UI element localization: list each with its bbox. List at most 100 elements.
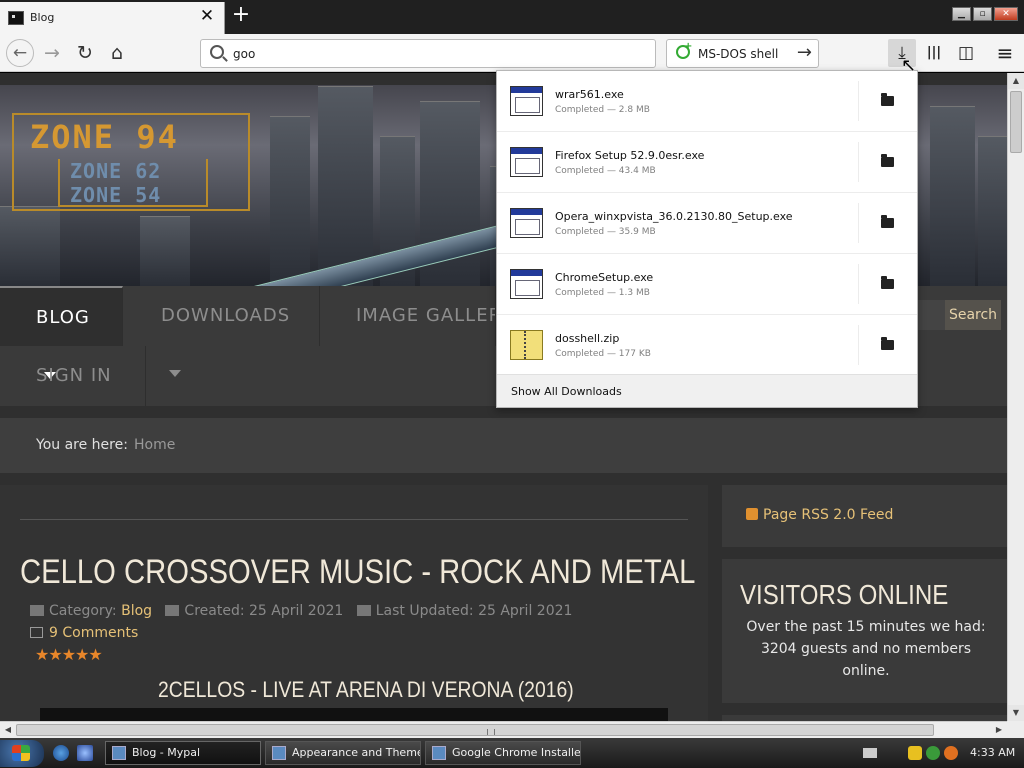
mouse-pointer-icon: ↖ xyxy=(901,55,917,76)
download-item[interactable]: ChromeSetup.exe Completed — 1.3 MB xyxy=(497,254,917,315)
tab-strip: Blog ✕ + ▁ ▫ ✕ xyxy=(0,0,1024,34)
scroll-up-icon[interactable]: ▲ xyxy=(1008,73,1024,89)
menu-button[interactable]: ≡ xyxy=(991,39,1019,67)
internet-explorer-icon[interactable] xyxy=(53,745,69,761)
download-item[interactable]: dosshell.zip Completed — 177 KB xyxy=(497,315,917,376)
zip-file-icon xyxy=(510,330,543,360)
category-label: Category: xyxy=(49,603,117,619)
new-tab-button[interactable]: + xyxy=(229,4,253,28)
logo-text: ZONE 94 xyxy=(30,118,179,156)
open-folder-icon[interactable] xyxy=(881,215,894,228)
download-status: Completed — 1.3 MB xyxy=(555,288,650,298)
open-folder-icon[interactable] xyxy=(881,154,894,167)
sidebar-button[interactable]: ◫ xyxy=(952,39,980,67)
exe-file-icon xyxy=(510,86,543,116)
home-button[interactable]: ⌂ xyxy=(103,39,131,67)
logo-text: ZONE 54 xyxy=(70,183,162,207)
breadcrumb: You are here: Home xyxy=(0,418,1007,473)
menu-item-downloads[interactable]: DOWNLOADS xyxy=(123,286,320,377)
caret-down-icon xyxy=(169,370,181,377)
download-item[interactable]: wrar561.exe Completed — 2.8 MB xyxy=(497,71,917,132)
site-search-button[interactable]: Search xyxy=(945,300,1001,330)
breadcrumb-home-link[interactable]: Home xyxy=(134,437,175,453)
video-embed[interactable] xyxy=(40,708,668,721)
vertical-scrollbar[interactable]: ▲ ▼ xyxy=(1007,73,1024,721)
menu-item-gallery[interactable]: IMAGE GALLERY xyxy=(320,286,496,346)
tab-blog[interactable]: Blog ✕ xyxy=(0,2,225,34)
article: CELLO CROSSOVER MUSIC - ROCK AND METAL C… xyxy=(0,485,708,721)
folder-icon xyxy=(30,605,44,616)
tab-close-icon[interactable]: ✕ xyxy=(198,6,216,26)
tab-title: Blog xyxy=(30,11,55,24)
back-button[interactable]: ← xyxy=(6,39,34,67)
download-item[interactable]: Firefox Setup 52.9.0esr.exe Completed — … xyxy=(497,132,917,193)
taskbar-label: Google Chrome Installer xyxy=(452,746,581,759)
url-input[interactable] xyxy=(233,45,633,63)
control-panel-icon xyxy=(272,746,286,760)
exe-file-icon xyxy=(510,208,543,238)
start-button[interactable] xyxy=(0,740,44,767)
scroll-down-icon[interactable]: ▼ xyxy=(1008,705,1024,721)
visitors-module: VISITORS ONLINE Over the past 15 minutes… xyxy=(722,559,1007,703)
navigation-toolbar: ← → ↻ ⌂ MS-DOS shell → ⤓ ||| ◫ ≡ xyxy=(0,34,1024,72)
rss-label: Page RSS 2.0 Feed xyxy=(763,507,894,523)
rss-link[interactable]: Page RSS 2.0 Feed xyxy=(746,507,893,523)
menu-label: DOWNLOADS xyxy=(161,305,291,326)
forward-button[interactable]: → xyxy=(38,39,66,67)
download-status: Completed — 35.9 MB xyxy=(555,227,656,237)
scroll-left-icon[interactable]: ◀ xyxy=(0,722,16,738)
exe-file-icon xyxy=(510,269,543,299)
category-link[interactable]: Blog xyxy=(121,603,152,619)
search-tray-icon[interactable] xyxy=(944,746,958,760)
exe-file-icon xyxy=(510,147,543,177)
menu-item-signin[interactable]: SIGN IN xyxy=(0,346,146,437)
show-desktop-icon[interactable] xyxy=(77,745,93,761)
download-name: ChromeSetup.exe xyxy=(555,271,654,284)
divider xyxy=(20,519,688,520)
shield-icon[interactable] xyxy=(908,746,922,760)
keyboard-icon[interactable] xyxy=(863,748,877,758)
site-logo[interactable]: ZONE 94 ZONE 62 ZONE 54 xyxy=(12,113,250,211)
visitors-text: Over the past 15 minutes we had: 3204 gu… xyxy=(746,619,986,679)
scroll-corner xyxy=(1007,721,1024,738)
horizontal-scrollbar[interactable]: ◀ ▶ xyxy=(0,721,1007,738)
taskbar: Blog - Mypal Appearance and Themes Googl… xyxy=(0,738,1024,768)
rss-icon xyxy=(746,508,758,520)
download-name: dosshell.zip xyxy=(555,332,620,345)
show-all-downloads-button[interactable]: Show All Downloads xyxy=(497,374,917,407)
search-engine-icon[interactable] xyxy=(676,41,692,59)
taskbar-item-appearance[interactable]: Appearance and Themes xyxy=(265,741,421,765)
open-folder-icon[interactable] xyxy=(881,276,894,289)
scroll-right-icon[interactable]: ▶ xyxy=(991,722,1007,738)
visitors-title: VISITORS ONLINE xyxy=(740,579,949,610)
open-folder-icon[interactable] xyxy=(881,93,894,106)
download-status: Completed — 2.8 MB xyxy=(555,105,650,115)
restore-button[interactable]: ▫ xyxy=(973,7,992,21)
taskbar-label: Appearance and Themes xyxy=(292,746,421,759)
window-controls: ▁ ▫ ✕ xyxy=(952,7,1018,21)
article-title[interactable]: CELLO CROSSOVER MUSIC - ROCK AND METAL xyxy=(20,553,695,592)
browser-icon xyxy=(112,746,126,760)
url-bar[interactable] xyxy=(200,39,656,68)
site-favicon-icon xyxy=(8,11,24,25)
taskbar-item-chrome-installer[interactable]: Google Chrome Installer xyxy=(425,741,581,765)
search-go-icon[interactable]: → xyxy=(797,42,812,63)
open-folder-icon[interactable] xyxy=(881,337,894,350)
window-close-button[interactable]: ✕ xyxy=(994,7,1018,21)
star-rating[interactable]: ★★★★★ xyxy=(35,645,103,664)
clock[interactable]: 4:33 AM xyxy=(970,746,1015,759)
library-button[interactable]: ||| xyxy=(920,39,948,67)
comment-icon xyxy=(30,627,43,638)
menu-item-blog[interactable]: BLOG xyxy=(0,286,123,379)
menu-label: BLOG xyxy=(36,307,90,328)
article-subtitle: 2CELLOS - LIVE AT ARENA DI VERONA (2016) xyxy=(158,677,574,702)
download-item[interactable]: Opera_winxpvista_36.0.2130.80_Setup.exe … xyxy=(497,193,917,254)
comments-link[interactable]: 9 Comments xyxy=(30,625,138,641)
reload-button[interactable]: ↻ xyxy=(71,39,99,67)
scroll-thumb[interactable] xyxy=(1010,91,1022,153)
minimize-button[interactable]: ▁ xyxy=(952,7,971,21)
network-icon[interactable] xyxy=(926,746,940,760)
taskbar-item-blog[interactable]: Blog - Mypal xyxy=(105,741,261,765)
search-bar[interactable]: MS-DOS shell → xyxy=(666,39,819,68)
scroll-thumb[interactable] xyxy=(16,724,934,736)
